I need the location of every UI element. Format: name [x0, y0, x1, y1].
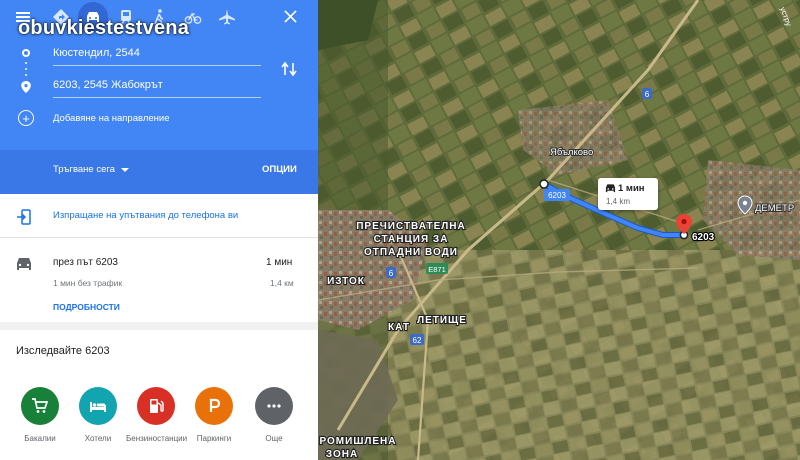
send-to-phone-icon: [17, 209, 31, 225]
route-dots: [25, 68, 27, 70]
category-label: Бакалии: [24, 434, 56, 443]
category-parking[interactable]: Паркинги: [184, 387, 244, 444]
category-label: Хотели: [84, 434, 112, 443]
depart-label: Тръгване сега: [53, 164, 115, 175]
more-icon: [255, 387, 293, 425]
route-dots: [25, 62, 27, 64]
road-badge-62-text: 62: [413, 336, 422, 345]
road-badge-6-text: 6: [389, 269, 394, 278]
add-icon: +: [18, 110, 34, 126]
category-label: Още: [265, 434, 283, 443]
parking-icon: [195, 387, 233, 425]
place-label-iztok: ИЗТОК: [327, 276, 365, 287]
directions-header: obuvkiestestvena Кюстендил, 2544 6203, 2…: [0, 0, 318, 150]
car-icon: [17, 258, 31, 270]
route-no-traffic: 1 мин без трафик: [53, 278, 123, 288]
depart-dropdown[interactable]: Тръгване сега: [53, 164, 129, 175]
car-icon: [605, 184, 616, 193]
route-info-bubble[interactable]: 1 мин 1,4 km: [598, 178, 658, 210]
village-label: Ябълково: [550, 147, 593, 158]
add-destination-label: Добавяне на направление: [53, 112, 170, 124]
place-label-station: ОТПАДНИ ВОДИ: [364, 247, 458, 258]
route-option-card[interactable]: през път 6203 1 мин 1 мин без трафик 1,4…: [0, 238, 318, 330]
explore-title: Изследвайте 6203: [16, 345, 110, 357]
place-label-industrial: ЗОНА: [326, 449, 358, 460]
place-label-station: ПРЕЧИСТВАТЕЛНА: [356, 221, 466, 232]
place-label-industrial: РОМИШЛЕНА: [319, 436, 396, 447]
destination-map-label: 6203: [692, 232, 715, 243]
place-label-letishte: ЛЕТИЩЕ: [417, 315, 467, 326]
route-details-link[interactable]: ПОДРОБНОСТИ: [53, 302, 120, 312]
depart-bar: Тръгване сега ОПЦИИ: [0, 150, 318, 194]
category-gas-stations[interactable]: Бензиностанции: [126, 387, 188, 444]
bed-icon: [79, 387, 117, 425]
options-button[interactable]: ОПЦИИ: [262, 164, 297, 175]
category-hotels[interactable]: Хотели: [68, 387, 128, 444]
send-to-phone-label: Изпращане на упътвания до телефона ви: [53, 210, 239, 221]
road-badge-e871-text: E871: [428, 265, 446, 274]
road-label-6203-text: 6203: [548, 191, 566, 200]
place-label-dimitr: ДЕМЕТР: [755, 203, 794, 214]
map-canvas: 6 6 62 E871 6203 Ябълково 6203 ДЕМЕТР ПР…: [318, 0, 800, 460]
directions-panel: obuvkiestestvena Кюстендил, 2544 6203, 2…: [0, 0, 318, 460]
route-dots: [25, 74, 27, 76]
place-label-kat: КАТ: [388, 322, 410, 333]
app-root: obuvkiestestvena Кюстендил, 2544 6203, 2…: [0, 0, 800, 460]
category-more[interactable]: Още: [244, 387, 304, 444]
route-box-distance: 1,4 km: [606, 197, 631, 206]
swap-icon[interactable]: [280, 60, 298, 78]
route-box-duration: 1 мин: [618, 183, 645, 194]
satellite-map[interactable]: 6 6 62 E871 6203 Ябълково 6203 ДЕМЕТР ПР…: [318, 0, 800, 460]
fuel-icon: [137, 387, 175, 425]
close-icon[interactable]: [279, 5, 301, 27]
place-label-station: СТАНЦИЯ ЗА: [374, 234, 449, 245]
category-label: Бензиностанции: [126, 434, 188, 443]
destination-pin-icon: [21, 81, 31, 93]
chevron-down-icon: [120, 167, 129, 172]
route-start-marker[interactable]: [539, 179, 549, 189]
category-label: Паркинги: [196, 434, 232, 443]
category-groceries[interactable]: Бакалии: [10, 387, 70, 444]
flight-mode-icon[interactable]: [214, 4, 240, 30]
road-badge-6-text: 6: [645, 90, 650, 99]
origin-dot-icon: [22, 49, 30, 57]
explore-categories: Бакалии Хотели Бензиностанции Паркинги О…: [0, 387, 318, 460]
route-distance: 1,4 км: [270, 278, 294, 288]
send-to-phone-row[interactable]: Изпращане на упътвания до телефона ви: [0, 194, 318, 238]
route-duration: 1 мин: [266, 257, 293, 268]
destination-field[interactable]: 6203, 2545 Жабокрът: [53, 76, 261, 98]
origin-field[interactable]: Кюстендил, 2544: [53, 44, 261, 66]
add-destination-button[interactable]: + Добавяне на направление: [18, 108, 218, 128]
watermark-text: obuvkiestestvena: [18, 17, 190, 39]
route-via: през път 6203: [53, 257, 118, 268]
cart-icon: [21, 387, 59, 425]
